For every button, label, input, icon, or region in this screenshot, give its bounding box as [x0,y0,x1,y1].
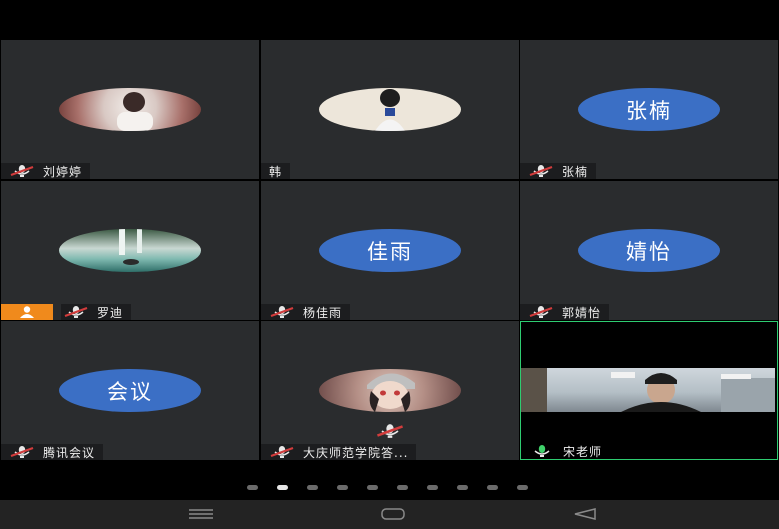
avatar-text: 佳雨 [319,229,461,272]
person-icon [20,306,34,318]
participant-name: 张楠 [562,164,589,179]
video-grid: 刘婷婷 韩 张楠 张楠 罗迪 佳雨 杨佳雨 婧怡 郭婧怡 会议 腾讯会议 大庆师… [0,40,779,460]
participant-tile[interactable]: 大庆师范学院答... [261,321,519,460]
participant-tile[interactable]: 刘婷婷 [1,40,259,179]
participant-name: 腾讯会议 [43,445,96,460]
participant-nameplate: 大庆师范学院答... [261,444,417,460]
back-icon[interactable] [572,507,598,521]
participant-nameplate: 韩 [261,163,291,179]
person-photo-icon [117,92,153,131]
page-dot[interactable] [487,485,498,490]
menu-icon[interactable] [187,507,215,521]
page-dot[interactable] [367,485,378,490]
participant-nameplate: 杨佳雨 [261,304,351,320]
page-dot-active[interactable] [277,485,288,490]
page-indicator [0,482,779,494]
page-dot[interactable] [337,485,348,490]
video-feed [521,368,775,412]
participant-nameplate: 腾讯会议 [1,444,104,460]
home-icon[interactable] [380,507,406,521]
waterfall-photo-icon [119,229,142,265]
participant-name: 韩 [269,164,283,179]
page-dot[interactable] [517,485,528,490]
mic-icon[interactable] [529,444,555,458]
video-scene [521,368,775,412]
avatar-text: 张楠 [578,88,720,131]
participant-tile[interactable]: 张楠 张楠 [520,40,778,179]
participant-nameplate: 郭婧怡 [520,304,610,320]
participant-tile[interactable]: 婧怡 郭婧怡 [520,181,778,320]
avatar-text: 会议 [59,369,201,412]
participant-tile[interactable]: 韩 [261,40,519,179]
participant-nameplate: 张楠 [520,163,597,179]
meeting-screen: { "participants": [ {"name": "刘婷婷"}, {"n… [0,0,779,529]
participant-tile[interactable]: 罗迪 [1,181,259,320]
mic-muted-icon[interactable] [375,423,405,439]
host-badge [1,304,53,320]
mic-muted-icon[interactable] [528,164,554,178]
participant-tile[interactable]: 会议 腾讯会议 [1,321,259,460]
participant-name: 杨佳雨 [303,305,343,320]
participant-name: 大庆师范学院答... [303,445,409,460]
anime-avatar-icon [367,373,415,412]
system-nav-bar [0,500,779,529]
mic-muted-icon[interactable] [269,445,295,459]
participant-nameplate: 宋老师 [521,443,611,459]
avatar-text: 婧怡 [578,229,720,272]
page-dot[interactable] [247,485,258,490]
page-dot[interactable] [307,485,318,490]
avatar [59,229,201,272]
avatar [319,369,461,412]
person-photo-icon [375,89,405,131]
avatar [319,88,461,131]
page-dot[interactable] [397,485,408,490]
mic-muted-icon[interactable] [528,305,554,319]
avatar [59,88,201,131]
participant-name: 宋老师 [563,444,603,459]
page-dot[interactable] [427,485,438,490]
mic-muted-icon[interactable] [269,305,295,319]
participant-name: 罗迪 [97,305,124,320]
participant-nameplate: 刘婷婷 [1,163,91,179]
mic-muted-icon[interactable] [63,305,89,319]
mic-muted-icon[interactable] [9,445,35,459]
participant-tile[interactable]: 佳雨 杨佳雨 [261,181,519,320]
active-speaker-tile[interactable]: 宋老师 [520,321,778,460]
mic-muted-icon[interactable] [9,164,35,178]
participant-name: 刘婷婷 [43,164,83,179]
participant-name: 郭婧怡 [562,305,602,320]
participant-nameplate: 罗迪 [61,304,132,320]
page-dot[interactable] [457,485,468,490]
